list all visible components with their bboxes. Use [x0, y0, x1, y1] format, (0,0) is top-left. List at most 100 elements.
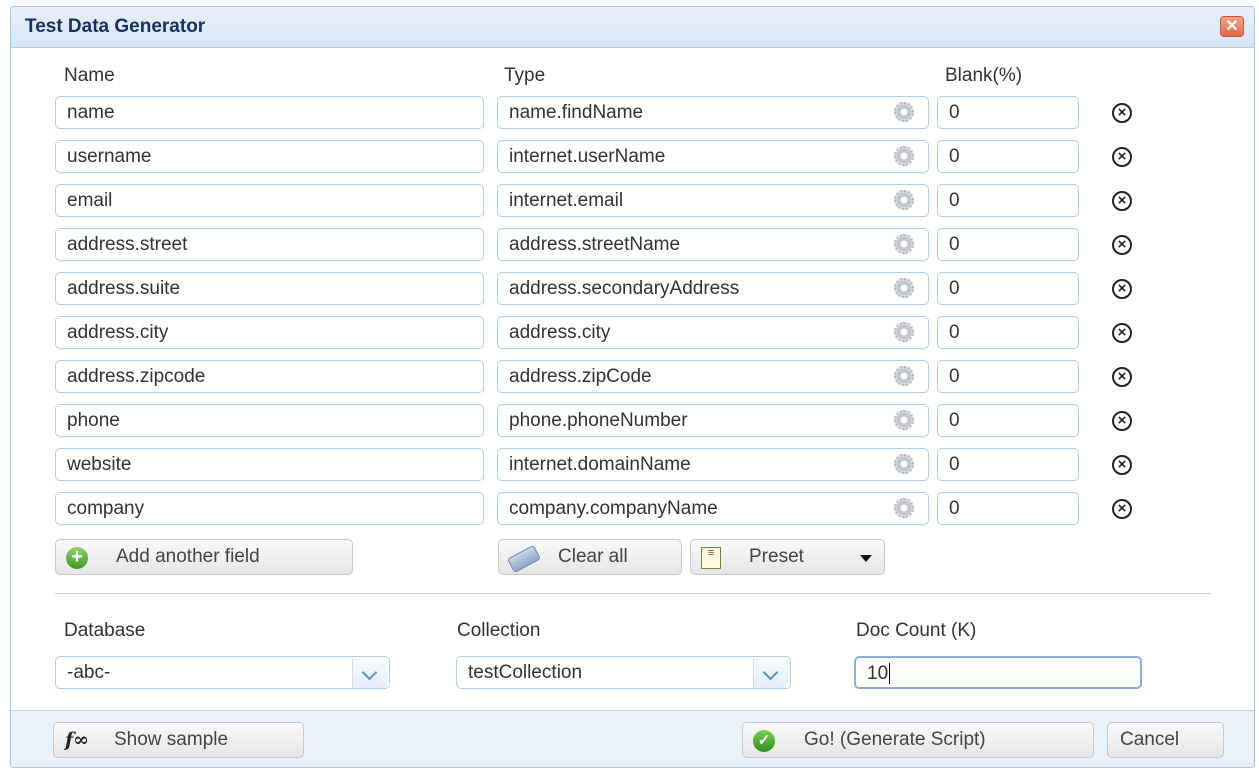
field-type-input[interactable]: address.zipCode [497, 360, 929, 393]
remove-field-icon[interactable]: × [1112, 499, 1132, 519]
field-name-value: address.zipcode [67, 366, 206, 387]
database-select[interactable]: -abc- [55, 656, 390, 689]
field-type-value: company.companyName [509, 498, 718, 519]
field-blank-input[interactable]: 0 [937, 272, 1079, 305]
field-type-input[interactable]: company.companyName [497, 492, 929, 525]
field-name-value: address.city [67, 322, 169, 343]
gear-icon[interactable] [894, 410, 914, 430]
field-name-input[interactable]: address.city [55, 316, 484, 349]
gear-icon[interactable] [894, 278, 914, 298]
field-name-value: address.suite [67, 278, 181, 299]
remove-field-icon[interactable]: × [1112, 191, 1132, 211]
eraser-icon [507, 544, 541, 574]
field-blank-input[interactable]: 0 [937, 404, 1079, 437]
field-blank-input[interactable]: 0 [937, 184, 1079, 217]
gear-icon[interactable] [894, 322, 914, 342]
cancel-button[interactable]: Cancel [1107, 722, 1224, 758]
field-name-value: company [67, 498, 145, 519]
remove-field-icon[interactable]: × [1112, 367, 1132, 387]
field-blank-input[interactable]: 0 [937, 228, 1079, 261]
caret-down-icon [860, 555, 872, 562]
database-label: Database [64, 620, 146, 641]
remove-field-icon[interactable]: × [1112, 279, 1132, 299]
clear-all-button[interactable]: Clear all [498, 539, 682, 575]
doc-count-input[interactable]: 10 [854, 656, 1142, 689]
field-blank-value: 0 [949, 498, 960, 519]
field-name-value: username [67, 146, 152, 167]
gear-icon[interactable] [894, 366, 914, 386]
field-blank-value: 0 [949, 322, 960, 343]
field-blank-value: 0 [949, 410, 960, 431]
field-blank-input[interactable]: 0 [937, 96, 1079, 129]
remove-field-icon[interactable]: × [1112, 455, 1132, 475]
field-blank-input[interactable]: 0 [937, 140, 1079, 173]
field-name-input[interactable]: email [55, 184, 484, 217]
field-blank-input[interactable]: 0 [937, 492, 1079, 525]
field-name-value: name [67, 102, 115, 123]
field-name-input[interactable]: address.street [55, 228, 484, 261]
field-type-value: address.streetName [509, 234, 681, 255]
collection-chevron-down-icon[interactable] [753, 659, 788, 688]
remove-field-icon[interactable]: × [1112, 147, 1132, 167]
field-blank-input[interactable]: 0 [937, 448, 1079, 481]
check-icon: ✓ [753, 730, 775, 752]
close-icon[interactable]: ✕ [1220, 16, 1244, 37]
field-type-input[interactable]: phone.phoneNumber [497, 404, 929, 437]
field-type-input[interactable]: name.findName [497, 96, 929, 129]
preset-dropdown-button[interactable]: ≡ Preset [690, 539, 885, 575]
field-type-input[interactable]: address.city [497, 316, 929, 349]
field-name-input[interactable]: address.suite [55, 272, 484, 305]
preset-label: Preset [749, 546, 804, 567]
field-name-value: website [67, 454, 132, 475]
gear-icon[interactable] [894, 102, 914, 122]
field-type-input[interactable]: internet.email [497, 184, 929, 217]
remove-field-icon[interactable]: × [1112, 411, 1132, 431]
field-type-input[interactable]: address.secondaryAddress [497, 272, 929, 305]
text-cursor [889, 663, 891, 685]
gear-icon[interactable] [894, 146, 914, 166]
gear-icon[interactable] [894, 234, 914, 254]
field-blank-input[interactable]: 0 [937, 360, 1079, 393]
generate-script-button[interactable]: ✓ Go! (Generate Script) [742, 722, 1094, 758]
field-name-input[interactable]: name [55, 96, 484, 129]
add-another-field-button[interactable]: + Add another field [55, 539, 353, 575]
field-name-input[interactable]: username [55, 140, 484, 173]
doc-count-label: Doc Count (K) [856, 620, 977, 641]
clear-all-label: Clear all [558, 546, 628, 567]
dialog-footer: f∞ Show sample ✓ Go! (Generate Script) C… [11, 710, 1254, 767]
field-name-input[interactable]: phone [55, 404, 484, 437]
column-header-type: Type [504, 65, 546, 86]
field-type-input[interactable]: internet.userName [497, 140, 929, 173]
function-icon: f∞ [65, 729, 90, 751]
script-icon: ≡ [701, 547, 721, 569]
remove-field-icon[interactable]: × [1112, 323, 1132, 343]
field-blank-value: 0 [949, 102, 960, 123]
field-blank-value: 0 [949, 190, 960, 211]
database-select-value: -abc- [67, 662, 111, 683]
field-type-value: name.findName [509, 102, 644, 123]
show-sample-label: Show sample [114, 729, 229, 750]
collection-select[interactable]: testCollection [456, 656, 791, 689]
remove-field-icon[interactable]: × [1112, 103, 1132, 123]
gear-icon[interactable] [894, 498, 914, 518]
field-type-input[interactable]: internet.domainName [497, 448, 929, 481]
doc-count-value: 10 [867, 663, 889, 684]
field-type-value: address.zipCode [509, 366, 652, 387]
gear-icon[interactable] [894, 454, 914, 474]
gear-icon[interactable] [894, 190, 914, 210]
field-type-value: phone.phoneNumber [509, 410, 688, 431]
column-header-blank: Blank(%) [945, 65, 1023, 86]
field-name-input[interactable]: address.zipcode [55, 360, 484, 393]
generate-script-label: Go! (Generate Script) [804, 729, 986, 750]
field-name-value: phone [67, 410, 120, 431]
plus-icon: + [66, 547, 88, 569]
remove-field-icon[interactable]: × [1112, 235, 1132, 255]
field-name-input[interactable]: company [55, 492, 484, 525]
database-chevron-down-icon[interactable] [352, 659, 387, 688]
field-name-input[interactable]: website [55, 448, 484, 481]
field-blank-value: 0 [949, 454, 960, 475]
show-sample-button[interactable]: f∞ Show sample [53, 722, 304, 758]
field-type-input[interactable]: address.streetName [497, 228, 929, 261]
field-blank-input[interactable]: 0 [937, 316, 1079, 349]
collection-label: Collection [457, 620, 541, 641]
